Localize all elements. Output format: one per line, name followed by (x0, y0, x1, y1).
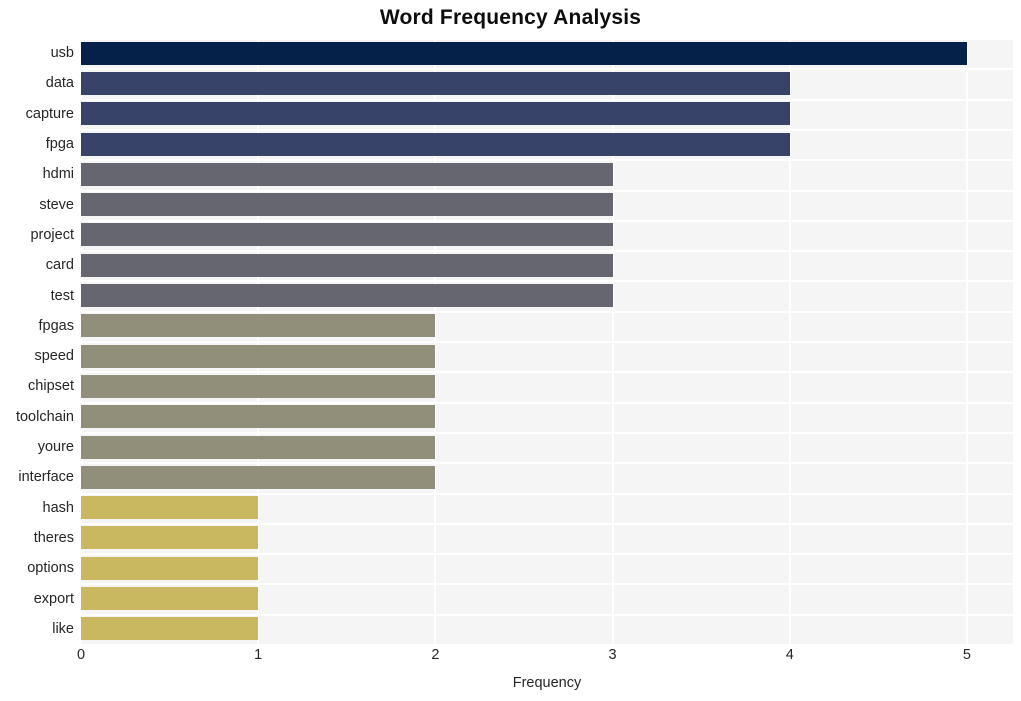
y-axis-tick-label: hash (42, 499, 74, 516)
bar-row[interactable] (81, 465, 1013, 489)
bar-row[interactable] (81, 556, 1013, 580)
y-axis-tick-label: usb (50, 45, 74, 62)
gridline-horizontal (81, 250, 1013, 252)
chart-title: Word Frequency Analysis (379, 6, 642, 29)
x-axis-tick-label: 4 (785, 647, 794, 663)
bar-row[interactable] (81, 405, 1013, 429)
y-axis-tick-label: test (50, 287, 74, 304)
y-axis-tick-label: project (30, 226, 74, 243)
gridline-horizontal (81, 38, 1013, 40)
y-axis-tick-label: data (45, 75, 74, 92)
gridline-horizontal (81, 402, 1013, 404)
gridline-horizontal (81, 341, 1013, 343)
bar[interactable] (81, 496, 259, 520)
y-axis-tick-label: fpga (45, 136, 74, 153)
bar-row[interactable] (81, 284, 1013, 308)
gridline-horizontal (81, 159, 1013, 161)
bar-row[interactable] (81, 587, 1013, 611)
x-axis-tick-label: 5 (962, 647, 971, 663)
gridline-horizontal (81, 311, 1013, 313)
bar[interactable] (81, 617, 259, 641)
bar[interactable] (81, 223, 613, 247)
bar[interactable] (81, 465, 436, 489)
y-axis-tick-label: options (27, 560, 74, 577)
y-axis-tick-label: speed (34, 348, 74, 365)
bar-row[interactable] (81, 526, 1013, 550)
y-axis-tick-label: toolchain (15, 408, 74, 425)
bar-row[interactable] (81, 617, 1013, 641)
y-axis-tick-label: theres (33, 529, 74, 546)
gridline-horizontal (81, 614, 1013, 616)
bar-row[interactable] (81, 496, 1013, 520)
x-axis-tick-label: 1 (254, 647, 263, 663)
bar[interactable] (81, 526, 259, 550)
gridline-horizontal (81, 68, 1013, 70)
x-axis-tick-label: 3 (608, 647, 617, 663)
gridline-horizontal (81, 99, 1013, 101)
y-axis-tick-label: fpgas (38, 317, 74, 334)
y-axis-tick-label: card (45, 257, 74, 274)
bar-row[interactable] (81, 71, 1013, 95)
bar[interactable] (81, 405, 436, 429)
bar[interactable] (81, 284, 613, 308)
x-axis-tick-label: 0 (76, 647, 86, 663)
gridline-horizontal (81, 553, 1013, 555)
gridline-horizontal (81, 280, 1013, 282)
bar-row[interactable] (81, 253, 1013, 277)
bar[interactable] (81, 193, 613, 217)
y-axis-tick-label: like (52, 620, 74, 637)
y-axis-tick-label: interface (18, 469, 74, 486)
bar-row[interactable] (81, 41, 1013, 65)
gridline-horizontal (81, 583, 1013, 585)
word-frequency-chart-figure: Word Frequency Analysis usb data capture fp… (0, 0, 1021, 701)
x-axis-tick-labels: 0 1 2 3 4 5 (0, 648, 1021, 672)
y-axis-tick-label: export (33, 590, 74, 607)
gridline-horizontal (81, 190, 1013, 192)
gridline-horizontal (81, 432, 1013, 434)
bar-row[interactable] (81, 314, 1013, 338)
bar[interactable] (81, 556, 259, 580)
bar[interactable] (81, 587, 259, 611)
y-axis-tick-label: steve (39, 196, 74, 213)
bar[interactable] (81, 41, 967, 65)
gridline-horizontal (81, 371, 1013, 373)
bar[interactable] (81, 162, 613, 186)
bar-row[interactable] (81, 344, 1013, 368)
bar-row[interactable] (81, 435, 1013, 459)
y-axis-tick-labels: usb data capture fpga hdmi steve project card te… (0, 38, 74, 644)
y-axis-tick-label: youre (37, 439, 74, 456)
y-axis-tick-label: chipset (28, 378, 74, 395)
x-axis-title: Frequency (512, 675, 582, 691)
bar[interactable] (81, 132, 790, 156)
gridline-horizontal (81, 493, 1013, 495)
bar[interactable] (81, 253, 613, 277)
x-axis-tick-label: 2 (431, 647, 440, 663)
bar-row[interactable] (81, 374, 1013, 398)
bar[interactable] (81, 435, 436, 459)
bar[interactable] (81, 102, 790, 126)
bar-row[interactable] (81, 162, 1013, 186)
bar[interactable] (81, 314, 436, 338)
bar-row[interactable] (81, 193, 1013, 217)
bar[interactable] (81, 71, 790, 95)
bar[interactable] (81, 374, 436, 398)
gridline-horizontal (81, 523, 1013, 525)
gridline-horizontal (81, 129, 1013, 131)
plot-area (81, 38, 1013, 644)
bar[interactable] (81, 344, 436, 368)
gridline-horizontal (81, 462, 1013, 464)
gridline-horizontal (81, 220, 1013, 222)
bar-row[interactable] (81, 102, 1013, 126)
bar-row[interactable] (81, 223, 1013, 247)
y-axis-tick-label: capture (25, 105, 74, 122)
y-axis-tick-label: hdmi (42, 166, 74, 183)
bar-row[interactable] (81, 132, 1013, 156)
